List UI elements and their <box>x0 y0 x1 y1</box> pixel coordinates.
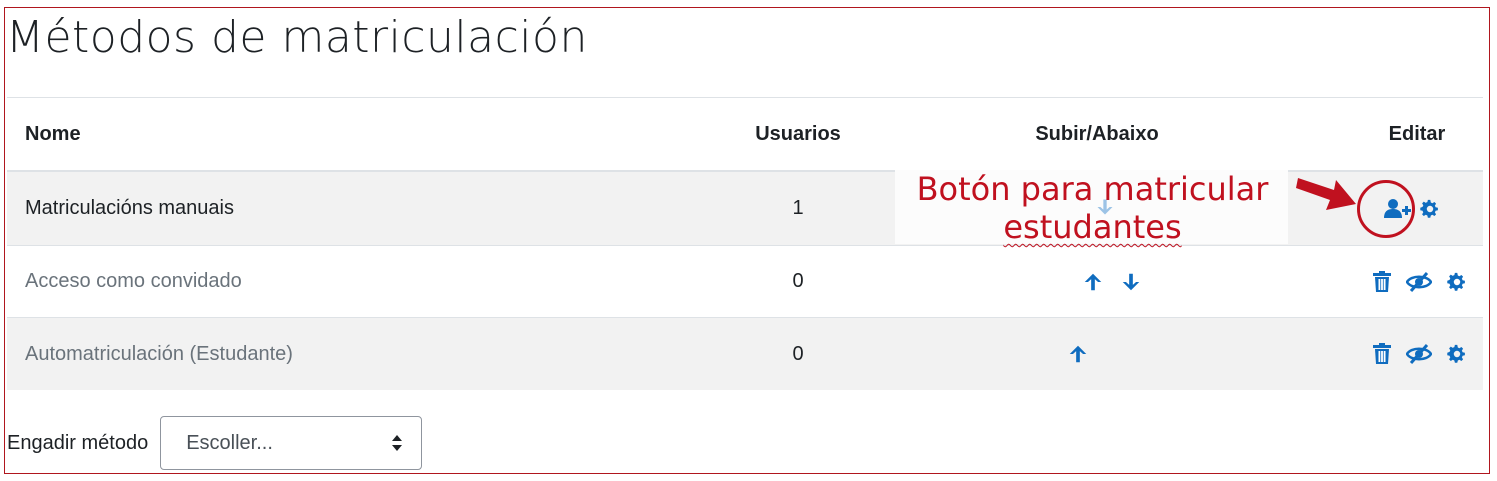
sort-caret-icon <box>391 434 403 452</box>
add-method-row: Engadir método Escoller... <box>7 415 423 471</box>
method-users-count: 1 <box>792 197 804 219</box>
method-name: Automatriculación (Estudante) <box>25 342 293 365</box>
table-row: Automatriculación (Estudante) 0 <box>7 318 1483 390</box>
table-row: Acceso como convidado 0 <box>7 246 1483 318</box>
row-actions <box>1360 318 1480 390</box>
annotation-line-2: estudantes <box>1003 208 1182 246</box>
method-users-count: 0 <box>792 270 804 292</box>
column-header-edit: Editar <box>1388 122 1446 145</box>
eye-slash-icon[interactable] <box>1406 343 1432 365</box>
page-title: Métodos de matriculación <box>6 12 588 63</box>
row-move-controls <box>1007 318 1149 390</box>
table-header: Nome Usuarios Subir/Abaixo Editar <box>7 98 1483 172</box>
select-value: Escoller... <box>186 431 273 454</box>
eye-slash-icon[interactable] <box>1406 271 1432 293</box>
trash-icon[interactable] <box>1372 343 1392 365</box>
arrow-up-icon[interactable] <box>1067 343 1089 365</box>
highlight-circle <box>1357 180 1415 238</box>
annotation-line-1: Botón para matricular <box>916 170 1269 208</box>
row-actions <box>1360 246 1480 317</box>
arrow-down-icon[interactable] <box>1120 271 1142 293</box>
column-header-users: Usuarios <box>755 122 841 145</box>
add-method-select[interactable]: Escoller... <box>160 416 423 470</box>
red-arrow-icon <box>1296 168 1358 217</box>
column-header-move: Subir/Abaixo <box>1035 122 1159 145</box>
gear-icon[interactable] <box>1446 271 1468 293</box>
add-method-label: Engadir método <box>7 431 149 454</box>
gear-icon[interactable] <box>1446 343 1468 365</box>
method-name: Acceso como convidado <box>25 270 242 292</box>
arrow-up-icon[interactable] <box>1082 271 1104 293</box>
column-header-name: Nome <box>25 122 81 145</box>
annotation-callout: Botón para matricular estudantes <box>900 170 1285 246</box>
method-users-count: 0 <box>792 342 804 365</box>
row-move-controls <box>1012 246 1212 317</box>
gear-icon[interactable] <box>1419 198 1441 220</box>
trash-icon[interactable] <box>1372 270 1392 293</box>
method-name: Matriculacións manuais <box>25 197 234 219</box>
